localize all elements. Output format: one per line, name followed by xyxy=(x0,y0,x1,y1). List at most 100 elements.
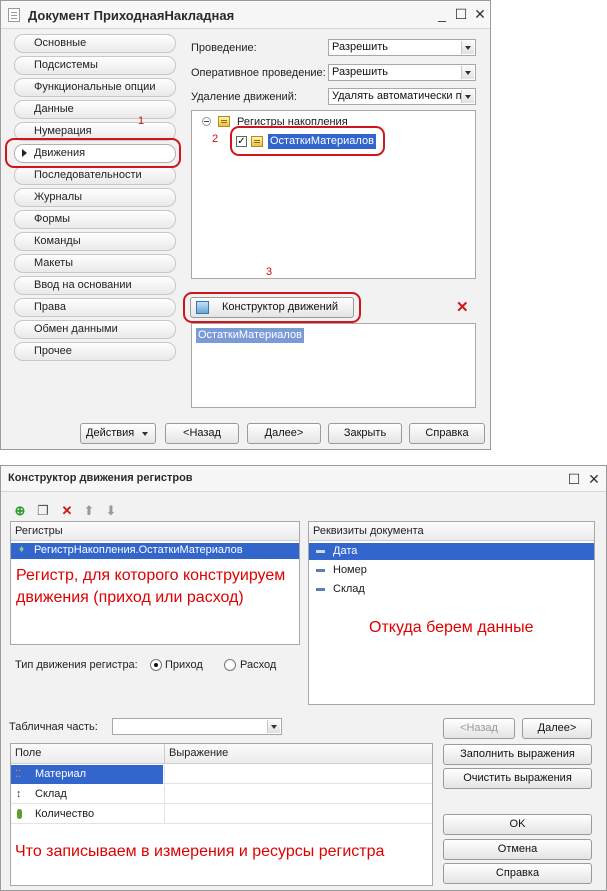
register-row[interactable]: ♦ РегистрНакопления.ОстаткиМатериалов xyxy=(11,543,299,559)
expression-cell[interactable] xyxy=(164,805,431,824)
constructor-window: Конструктор движения регистров ☐ ✕ ⊕ ❐ ✕… xyxy=(0,465,607,891)
sidebar-item-label: Права xyxy=(34,301,66,313)
field-cell: ⁚⁚ Материал xyxy=(11,765,163,784)
registers-panel: Регистры ♦ РегистрНакопления.ОстаткиМате… xyxy=(10,521,300,645)
annotation-number: 1 xyxy=(138,115,145,127)
sidebar-item-sequences[interactable]: Последовательности xyxy=(14,166,176,185)
chevron-down-icon xyxy=(139,427,152,440)
collapse-icon[interactable] xyxy=(202,117,211,126)
annotation-number: 2 xyxy=(212,133,219,145)
sidebar-item-commands[interactable]: Команды xyxy=(14,232,176,251)
back-button[interactable]: <Назад xyxy=(165,423,239,444)
ok-button[interactable]: OK xyxy=(443,814,592,835)
requisite-name: Номер xyxy=(333,564,367,576)
requisite-row[interactable]: Дата xyxy=(309,543,594,560)
next-button[interactable]: Далее> xyxy=(247,423,321,444)
attribute-icon xyxy=(316,550,325,553)
tabular-part-select[interactable] xyxy=(112,718,282,735)
delete-movements-label: Удаление движений: xyxy=(191,91,297,103)
window-titlebar: Документ ПриходнаяНакладная _ ☐ ✕ xyxy=(1,1,490,29)
income-radio[interactable] xyxy=(150,659,162,671)
sidebar-item-journals[interactable]: Журналы xyxy=(14,188,176,207)
highlight-oval xyxy=(183,292,361,323)
requisites-note: Откуда берем данные xyxy=(369,619,534,636)
dimension-icon: ↕ xyxy=(16,788,22,800)
delete-movements-value: Удалять автоматически п xyxy=(332,90,462,102)
chevron-down-icon[interactable] xyxy=(461,66,474,79)
sidebar-item-functional-options[interactable]: Функциональные опции xyxy=(14,78,176,97)
window-title: Конструктор движения регистров xyxy=(8,472,193,484)
sidebar-item-label: Данные xyxy=(34,103,74,115)
sidebar-item-subsystems[interactable]: Подсистемы xyxy=(14,56,176,75)
delete-icon[interactable]: ✕ xyxy=(60,504,74,518)
actions-button[interactable]: Действия xyxy=(80,423,156,444)
sidebar-item-label: Подсистемы xyxy=(34,59,98,71)
delete-movements-select[interactable]: Удалять автоматически п xyxy=(328,88,476,105)
resource-icon xyxy=(17,809,22,819)
grid-header-expression: Выражение xyxy=(165,744,432,764)
requisite-name: Дата xyxy=(333,545,358,557)
sidebar-item-other[interactable]: Прочее xyxy=(14,342,176,361)
back-button[interactable]: <Назад xyxy=(443,718,515,739)
next-button[interactable]: Далее> xyxy=(522,718,592,739)
help-button[interactable]: Справка xyxy=(409,423,485,444)
move-down-icon[interactable]: ⬇ xyxy=(104,504,118,518)
realtime-posting-value: Разрешить xyxy=(332,66,388,78)
window-title: Документ ПриходнаяНакладная xyxy=(28,8,235,23)
maximize-icon[interactable]: ☐ xyxy=(453,6,469,22)
sidebar-item-label: Макеты xyxy=(34,257,74,269)
movement-type-label: Тип движения регистра: xyxy=(15,659,138,671)
sidebar-item-based-on[interactable]: Ввод на основании xyxy=(14,276,176,295)
requisite-row[interactable]: Склад xyxy=(309,581,594,598)
list-item[interactable]: ОстаткиМатериалов xyxy=(196,328,304,343)
table-row[interactable]: ↕ Склад xyxy=(11,785,432,804)
sidebar-item-data-exchange[interactable]: Обмен данными xyxy=(14,320,176,339)
maximize-icon[interactable]: ☐ xyxy=(566,471,582,487)
sidebar-item-label: Последовательности xyxy=(34,169,142,181)
clear-expressions-button[interactable]: Очистить выражения xyxy=(443,768,592,789)
realtime-posting-select[interactable]: Разрешить xyxy=(328,64,476,81)
sidebar-item-label: Обмен данными xyxy=(34,323,118,335)
actions-label: Действия xyxy=(86,427,135,439)
field-cell: Количество xyxy=(11,805,163,824)
chevron-down-icon[interactable] xyxy=(461,90,474,103)
register-group-icon xyxy=(218,116,230,127)
table-row[interactable]: ⁚⁚ Материал xyxy=(11,765,432,784)
expression-cell[interactable] xyxy=(164,765,431,784)
chevron-down-icon[interactable] xyxy=(267,720,280,733)
income-radio-label: Приход xyxy=(165,659,203,671)
attribute-icon xyxy=(316,588,325,591)
sidebar-item-rights[interactable]: Права xyxy=(14,298,176,317)
window-titlebar: Конструктор движения регистров ☐ ✕ xyxy=(1,466,606,492)
requisites-panel: Реквизиты документа Дата Номер Склад Отк… xyxy=(308,521,595,705)
posting-select[interactable]: Разрешить xyxy=(328,39,476,56)
chevron-down-icon[interactable] xyxy=(461,41,474,54)
close-button[interactable]: Закрыть xyxy=(328,423,402,444)
sidebar-item-main[interactable]: Основные xyxy=(14,34,176,53)
expense-radio[interactable] xyxy=(224,659,236,671)
add-icon[interactable]: ⊕ xyxy=(13,504,27,518)
metadata-window: Документ ПриходнаяНакладная _ ☐ ✕ Основн… xyxy=(0,0,491,450)
help-button[interactable]: Справка xyxy=(443,863,592,884)
delete-icon[interactable]: ✕ xyxy=(456,298,469,316)
minimize-icon[interactable]: _ xyxy=(434,6,450,22)
table-row[interactable]: Количество xyxy=(11,805,432,824)
posting-value: Разрешить xyxy=(332,41,388,53)
highlight-oval xyxy=(230,126,385,156)
close-icon[interactable]: ✕ xyxy=(472,6,488,22)
sidebar-item-templates[interactable]: Макеты xyxy=(14,254,176,273)
requisite-name: Склад xyxy=(333,583,365,595)
sidebar-item-label: Команды xyxy=(34,235,81,247)
fill-expressions-button[interactable]: Заполнить выражения xyxy=(443,744,592,765)
requisite-row[interactable]: Номер xyxy=(309,562,594,579)
sidebar-item-label: Прочее xyxy=(34,345,72,357)
sidebar-item-forms[interactable]: Формы xyxy=(14,210,176,229)
expression-cell[interactable] xyxy=(164,785,431,804)
sidebar-item-data[interactable]: Данные xyxy=(14,100,176,119)
sidebar-item-label: Ввод на основании xyxy=(34,279,132,291)
copy-icon[interactable]: ❐ xyxy=(36,504,50,518)
cancel-button[interactable]: Отмена xyxy=(443,839,592,860)
document-icon xyxy=(8,8,20,22)
move-up-icon[interactable]: ⬆ xyxy=(82,504,96,518)
close-icon[interactable]: ✕ xyxy=(586,471,602,487)
